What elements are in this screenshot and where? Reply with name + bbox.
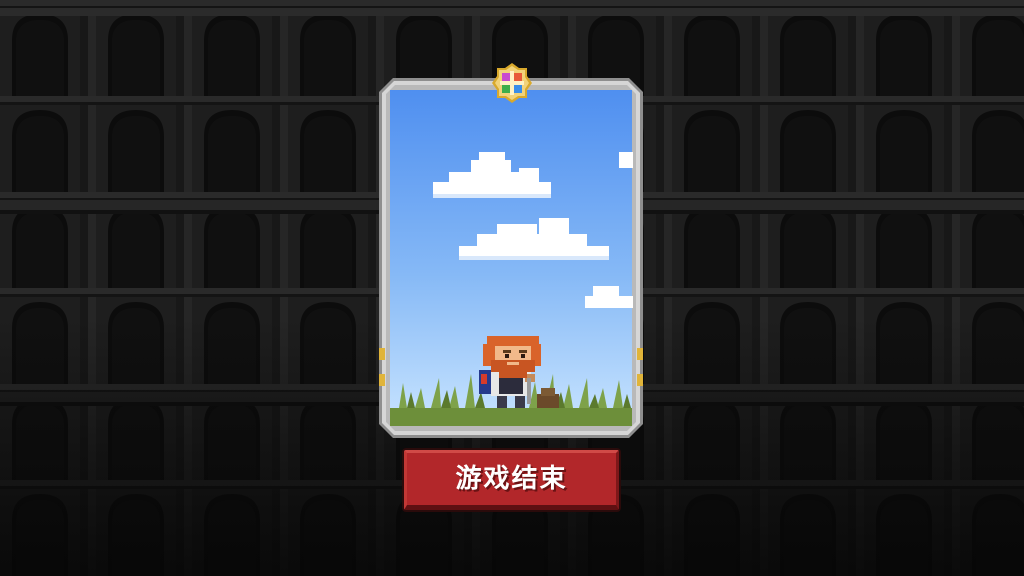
four-color-cross-emblem-icon bbox=[492, 63, 532, 103]
game-over-button[interactable]: 游戏结束 bbox=[404, 450, 619, 510]
game-over-screen: 游戏结束 bbox=[0, 0, 1024, 576]
character-card bbox=[379, 78, 643, 438]
cloud-4 bbox=[619, 152, 633, 168]
